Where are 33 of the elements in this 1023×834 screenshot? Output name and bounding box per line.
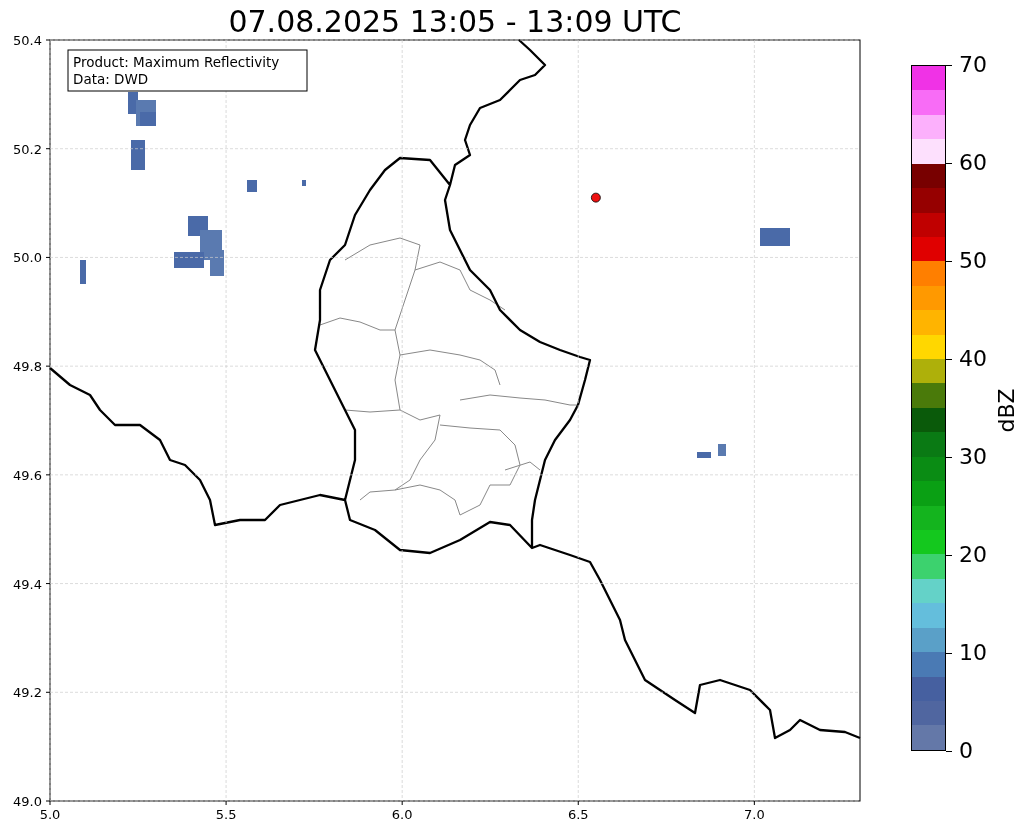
radar-echo: [174, 216, 224, 276]
axis-tick-label: 49.4: [13, 576, 42, 592]
axis-tick-label: 50.0: [13, 250, 42, 266]
axis-tick-label: 49.0: [13, 794, 42, 809]
chart-title: 07.08.2025 13:05 - 13:09 UTC: [228, 4, 682, 39]
axis-tick-label: 5.5: [215, 807, 237, 822]
colorbar-tick-label: 40: [946, 347, 987, 371]
colorbar-label: dBZ: [993, 387, 1019, 433]
axis-tick-label: 49.6: [13, 467, 42, 483]
axis-tick-label: 7.0: [744, 807, 765, 822]
colorbar-tick-label: 50: [946, 249, 987, 273]
axis-tick-label: 6.0: [391, 807, 413, 822]
axis-tick-label: 49.8: [13, 359, 42, 375]
colorbar-tick-label: 20: [946, 543, 987, 567]
axis-tick-label: 50.2: [13, 141, 42, 157]
radar-echo: [247, 180, 257, 192]
colorbar-tick-label: 60: [946, 151, 987, 175]
radar-echo: [80, 260, 86, 284]
axis-tick-label: 50.4: [13, 33, 42, 48]
axis-tick-label: 6.5: [567, 807, 589, 822]
radar-echo: [128, 92, 156, 126]
axis-tick-label: 49.2: [13, 685, 42, 701]
colorbar-tick-label: 30: [946, 445, 987, 469]
radar-echo: [760, 228, 790, 246]
axis-tick-label: 5.0: [39, 807, 61, 822]
colorbar-tick-label: 70: [946, 53, 987, 77]
legend-text: Product: Maximum Reflectivity: [73, 54, 280, 70]
legend-text: Data: DWD: [73, 71, 149, 87]
colorbar-tick-label: 0: [946, 739, 987, 763]
radar-echo: [697, 444, 726, 458]
colorbar-tick-label: 10: [946, 641, 987, 665]
radar-echo: [131, 140, 145, 170]
radar-echo: [302, 180, 306, 186]
